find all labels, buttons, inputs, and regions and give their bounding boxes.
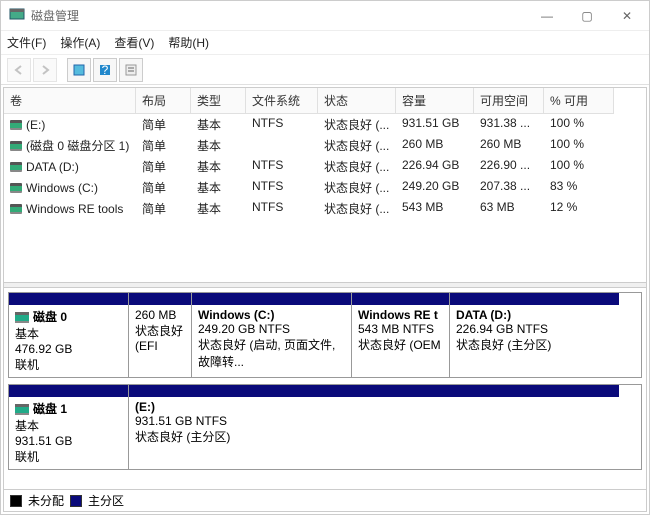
cell-percent: 12 % — [544, 198, 614, 219]
disk-label: 磁盘 1基本931.51 GB联机 — [9, 385, 129, 469]
volume-icon — [10, 141, 22, 151]
volume-list-pane: 卷 布局 类型 文件系统 状态 容量 可用空间 % 可用 (E:)简单基本NTF… — [4, 88, 646, 282]
cell-percent: 100 % — [544, 156, 614, 177]
content-area: 卷 布局 类型 文件系统 状态 容量 可用空间 % 可用 (E:)简单基本NTF… — [3, 87, 647, 512]
cell-free: 226.90 ... — [474, 156, 544, 177]
col-fs[interactable]: 文件系统 — [246, 88, 318, 114]
properties-button[interactable] — [119, 58, 143, 82]
cell-type: 基本 — [191, 114, 246, 135]
cell-capacity: 249.20 GB — [396, 177, 474, 198]
legend-unallocated: 未分配 — [28, 492, 64, 509]
cell-status: 状态良好 (... — [318, 114, 396, 135]
cell-layout: 简单 — [136, 198, 191, 219]
cell-volume: Windows (C:) — [26, 181, 98, 195]
cell-type: 基本 — [191, 156, 246, 177]
cell-status: 状态良好 (... — [318, 177, 396, 198]
window-title: 磁盘管理 — [31, 7, 527, 24]
volume-icon — [10, 120, 22, 130]
col-percent[interactable]: % 可用 — [544, 88, 614, 114]
cell-fs: NTFS — [246, 177, 318, 198]
col-capacity[interactable]: 容量 — [396, 88, 474, 114]
volume-columns-header: 卷 布局 类型 文件系统 状态 容量 可用空间 % 可用 — [4, 88, 646, 114]
cell-capacity: 543 MB — [396, 198, 474, 219]
cell-free: 931.38 ... — [474, 114, 544, 135]
col-volume[interactable]: 卷 — [4, 88, 136, 114]
cell-fs — [246, 135, 318, 156]
maximize-button[interactable]: ▢ — [567, 1, 607, 31]
table-row[interactable]: (磁盘 0 磁盘分区 1)简单基本状态良好 (...260 MB260 MB10… — [4, 135, 646, 156]
table-row[interactable]: DATA (D:) 简单基本NTFS状态良好 (...226.94 GB226.9… — [4, 156, 646, 177]
forward-button[interactable] — [33, 58, 57, 82]
cell-fs: NTFS — [246, 156, 318, 177]
cell-layout: 简单 — [136, 177, 191, 198]
volume-icon — [10, 162, 22, 172]
svg-text:?: ? — [102, 63, 109, 77]
cell-percent: 100 % — [544, 114, 614, 135]
menu-help[interactable]: 帮助(H) — [168, 34, 209, 51]
disk-row[interactable]: 磁盘 0基本476.92 GB联机260 MB状态良好 (EFIWindows … — [8, 292, 642, 378]
menubar: 文件(F) 操作(A) 查看(V) 帮助(H) — [1, 31, 649, 55]
partition[interactable]: 260 MB状态良好 (EFI — [129, 293, 191, 377]
volume-icon — [10, 204, 22, 214]
legend-primary: 主分区 — [88, 492, 124, 509]
partition[interactable]: (E:)931.51 GB NTFS状态良好 (主分区) — [129, 385, 619, 469]
cell-layout: 简单 — [136, 135, 191, 156]
cell-capacity: 260 MB — [396, 135, 474, 156]
volume-icon — [10, 183, 22, 193]
app-icon — [9, 6, 25, 25]
cell-volume: (磁盘 0 磁盘分区 1) — [26, 137, 129, 154]
col-status[interactable]: 状态 — [318, 88, 396, 114]
disk-icon — [15, 312, 29, 323]
cell-layout: 简单 — [136, 114, 191, 135]
cell-status: 状态良好 (... — [318, 198, 396, 219]
cell-type: 基本 — [191, 135, 246, 156]
titlebar: 磁盘管理 — ▢ ✕ — [1, 1, 649, 31]
menu-file[interactable]: 文件(F) — [7, 34, 46, 51]
help-button[interactable]: ? — [93, 58, 117, 82]
partition[interactable]: Windows RE t543 MB NTFS状态良好 (OEM — [351, 293, 449, 377]
table-row[interactable]: (E:) 简单基本NTFS状态良好 (...931.51 GB931.38 ...… — [4, 114, 646, 135]
cell-fs: NTFS — [246, 198, 318, 219]
cell-fs: NTFS — [246, 114, 318, 135]
cell-percent: 83 % — [544, 177, 614, 198]
cell-layout: 简单 — [136, 156, 191, 177]
cell-status: 状态良好 (... — [318, 135, 396, 156]
cell-volume: DATA (D:) — [26, 160, 79, 174]
minimize-button[interactable]: — — [527, 1, 567, 31]
refresh-button[interactable] — [67, 58, 91, 82]
col-type[interactable]: 类型 — [191, 88, 246, 114]
partition[interactable]: DATA (D:)226.94 GB NTFS状态良好 (主分区) — [449, 293, 619, 377]
col-free[interactable]: 可用空间 — [474, 88, 544, 114]
back-button[interactable] — [7, 58, 31, 82]
disk-map-pane: 磁盘 0基本476.92 GB联机260 MB状态良好 (EFIWindows … — [4, 288, 646, 490]
cell-free: 260 MB — [474, 135, 544, 156]
cell-type: 基本 — [191, 177, 246, 198]
partition[interactable]: Windows (C:)249.20 GB NTFS状态良好 (启动, 页面文件… — [191, 293, 351, 377]
cell-percent: 100 % — [544, 135, 614, 156]
legend-swatch-primary — [70, 495, 82, 507]
cell-free: 207.38 ... — [474, 177, 544, 198]
legend-swatch-unallocated — [10, 495, 22, 507]
cell-capacity: 931.51 GB — [396, 114, 474, 135]
legend: 未分配 主分区 — [4, 489, 646, 511]
col-layout[interactable]: 布局 — [136, 88, 191, 114]
table-row[interactable]: Windows RE tools 简单基本NTFS状态良好 (...543 MB6… — [4, 198, 646, 219]
cell-free: 63 MB — [474, 198, 544, 219]
volume-rows: (E:)简单基本NTFS状态良好 (...931.51 GB931.38 ...… — [4, 114, 646, 219]
cell-type: 基本 — [191, 198, 246, 219]
disk-row[interactable]: 磁盘 1基本931.51 GB联机(E:)931.51 GB NTFS状态良好 … — [8, 384, 642, 470]
cell-volume: Windows RE tools — [26, 202, 123, 216]
disk-label: 磁盘 0基本476.92 GB联机 — [9, 293, 129, 377]
menu-view[interactable]: 查看(V) — [114, 34, 154, 51]
toolbar: ? — [1, 55, 649, 85]
disk-icon — [15, 404, 29, 415]
cell-status: 状态良好 (... — [318, 156, 396, 177]
table-row[interactable]: Windows (C:) 简单基本NTFS状态良好 (...249.20 GB20… — [4, 177, 646, 198]
cell-volume: (E:) — [26, 118, 45, 132]
menu-action[interactable]: 操作(A) — [60, 34, 100, 51]
cell-capacity: 226.94 GB — [396, 156, 474, 177]
close-button[interactable]: ✕ — [607, 1, 647, 31]
